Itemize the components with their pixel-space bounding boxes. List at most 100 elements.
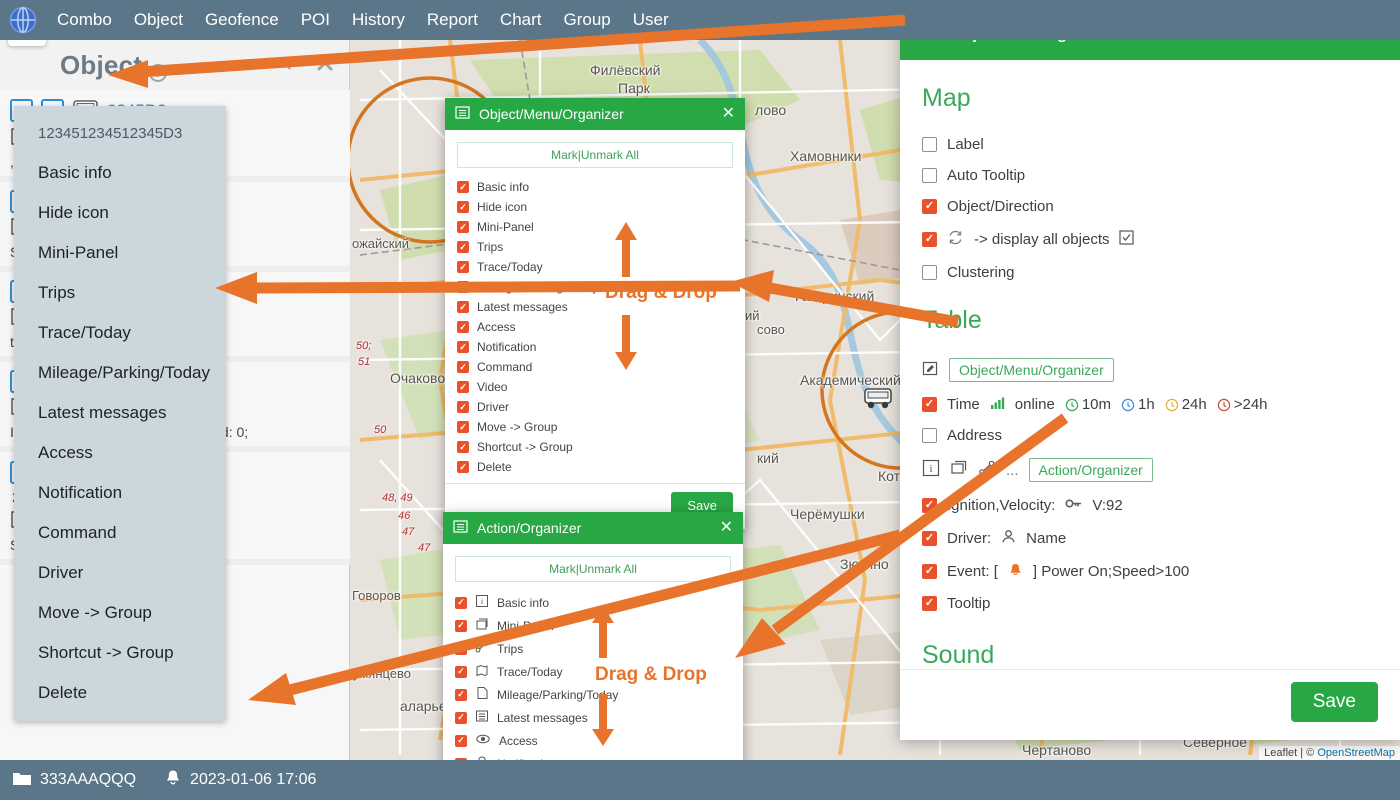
object-context-menu[interactable]: 123451234512345D3 Basic info Hide icon M… <box>14 106 226 721</box>
context-menu-item-driver[interactable]: Driver <box>14 553 226 593</box>
checkbox[interactable] <box>922 596 937 611</box>
table-organizer-row[interactable]: Object/Menu/Organizer <box>922 351 1378 389</box>
option-mini-panel[interactable]: Mini-Panel <box>457 217 733 237</box>
option-notification[interactable]: Notification <box>457 337 733 357</box>
checkbox[interactable] <box>922 498 937 513</box>
mark-unmark-all-button[interactable]: Mark|Unmark All <box>455 556 731 582</box>
setting-ignition-velocity[interactable]: Ignition,Velocity: V:92 <box>922 489 1378 522</box>
nav-item-user[interactable]: User <box>622 0 680 40</box>
close-icon[interactable]: ✕ <box>720 520 733 536</box>
setting-event[interactable]: Event: [ ] Power On;Speed>100 <box>922 555 1378 588</box>
notification-indicator[interactable]: 2023-01-06 17:06 <box>164 768 316 792</box>
checkbox[interactable] <box>455 688 467 701</box>
checkbox[interactable] <box>455 734 467 747</box>
vehicle-marker[interactable] <box>862 385 894 416</box>
checkbox[interactable] <box>922 428 937 443</box>
checkbox[interactable] <box>922 531 937 546</box>
close-icon[interactable] <box>315 53 335 78</box>
setting-display-all-objects[interactable]: -> display all objects <box>922 222 1378 257</box>
option-hide-icon[interactable]: Hide icon <box>457 197 733 217</box>
route-icon[interactable] <box>978 459 996 481</box>
option-trace-today[interactable]: Trace/Today <box>457 257 733 277</box>
checkbox[interactable] <box>922 232 937 247</box>
nav-item-history[interactable]: History <box>341 0 416 40</box>
checkbox[interactable] <box>455 642 467 655</box>
setting-clustering[interactable]: Clustering <box>922 257 1378 288</box>
table-action-row[interactable]: i ... Action/Organizer <box>922 451 1378 489</box>
setting-address[interactable]: Address <box>922 420 1378 451</box>
context-menu-item-latest-messages[interactable]: Latest messages <box>14 393 226 433</box>
nav-item-chart[interactable]: Chart <box>489 0 553 40</box>
checkbox[interactable] <box>457 181 469 193</box>
range-10m[interactable]: 10m <box>1065 396 1111 413</box>
save-button[interactable]: Save <box>1290 682 1378 722</box>
checkbox[interactable] <box>922 168 937 183</box>
option-command[interactable]: Command <box>457 357 733 377</box>
option-delete[interactable]: Delete <box>457 457 733 477</box>
option-access[interactable]: Access <box>457 317 733 337</box>
checkbox[interactable] <box>457 361 469 373</box>
checkbox[interactable] <box>457 381 469 393</box>
action-organizer-tag[interactable]: Action/Organizer <box>1028 458 1153 482</box>
context-menu-item-trace-today[interactable]: Trace/Today <box>14 313 226 353</box>
context-menu-item-delete[interactable]: Delete <box>14 673 226 713</box>
context-menu-item-shortcut-group[interactable]: Shortcut -> Group <box>14 633 226 673</box>
nav-item-geofence[interactable]: Geofence <box>194 0 290 40</box>
range-1h[interactable]: 1h <box>1121 396 1155 413</box>
setting-label[interactable]: Label <box>922 129 1378 160</box>
question-mark-icon[interactable]: ? <box>149 63 168 82</box>
range-over-24h[interactable]: >24h <box>1217 396 1268 413</box>
funnel-icon[interactable] <box>279 53 299 78</box>
context-menu-item-command[interactable]: Command <box>14 513 226 553</box>
checkbox[interactable] <box>922 199 937 214</box>
checkbox[interactable] <box>457 421 469 433</box>
setting-auto-tooltip[interactable]: Auto Tooltip <box>922 160 1378 191</box>
checkbox[interactable] <box>922 265 937 280</box>
setting-tooltip[interactable]: Tooltip <box>922 588 1378 619</box>
checkbox-checked-icon[interactable] <box>1119 230 1135 249</box>
setting-time-row[interactable]: Time online 10m 1h 24h >24h <box>922 389 1378 420</box>
nav-item-object[interactable]: Object <box>123 0 194 40</box>
context-menu-item-hide-icon[interactable]: Hide icon <box>14 193 226 233</box>
checkbox[interactable] <box>922 137 937 152</box>
context-menu-item-move-group[interactable]: Move -> Group <box>14 593 226 633</box>
nav-item-group[interactable]: Group <box>553 0 622 40</box>
checkbox[interactable] <box>922 397 937 412</box>
object-menu-organizer-tag[interactable]: Object/Menu/Organizer <box>949 358 1114 382</box>
checkbox[interactable] <box>455 619 467 632</box>
checkbox[interactable] <box>457 461 469 473</box>
context-menu-item-basic-info[interactable]: Basic info <box>14 153 226 193</box>
edit-icon[interactable] <box>922 360 939 381</box>
openstreetmap-link[interactable]: OpenStreetMap <box>1317 747 1395 759</box>
context-menu-item-access[interactable]: Access <box>14 433 226 473</box>
checkbox[interactable] <box>457 441 469 453</box>
nav-item-combo[interactable]: Combo <box>46 0 123 40</box>
option-video[interactable]: Video <box>457 377 733 397</box>
checkbox[interactable] <box>455 596 467 609</box>
checkbox[interactable] <box>922 564 937 579</box>
nav-item-poi[interactable]: POI <box>290 0 341 40</box>
checkbox[interactable] <box>457 301 469 313</box>
checkbox[interactable] <box>455 711 467 724</box>
setting-driver[interactable]: Driver: Name <box>922 522 1378 555</box>
checkbox[interactable] <box>457 401 469 413</box>
option-move-group[interactable]: Move -> Group <box>457 417 733 437</box>
checkbox[interactable] <box>457 221 469 233</box>
option-shortcut-group[interactable]: Shortcut -> Group <box>457 437 733 457</box>
setting-object-direction[interactable]: Object/Direction <box>922 191 1378 222</box>
close-icon[interactable]: ✕ <box>722 106 735 122</box>
checkbox[interactable] <box>457 321 469 333</box>
option-trips[interactable]: Trips <box>457 237 733 257</box>
context-menu-item-mileage-parking-today[interactable]: Mileage/Parking/Today <box>14 353 226 393</box>
context-menu-item-trips[interactable]: Trips <box>14 273 226 313</box>
refresh-icon[interactable] <box>947 229 964 250</box>
context-menu-item-notification[interactable]: Notification <box>14 473 226 513</box>
option-driver[interactable]: Driver <box>457 397 733 417</box>
checkbox[interactable] <box>457 201 469 213</box>
panel-icon[interactable] <box>950 459 968 481</box>
checkbox[interactable] <box>457 281 469 293</box>
info-icon[interactable]: i <box>922 459 940 481</box>
checkbox[interactable] <box>457 261 469 273</box>
checkbox[interactable] <box>457 341 469 353</box>
mark-unmark-all-button[interactable]: Mark|Unmark All <box>457 142 733 168</box>
